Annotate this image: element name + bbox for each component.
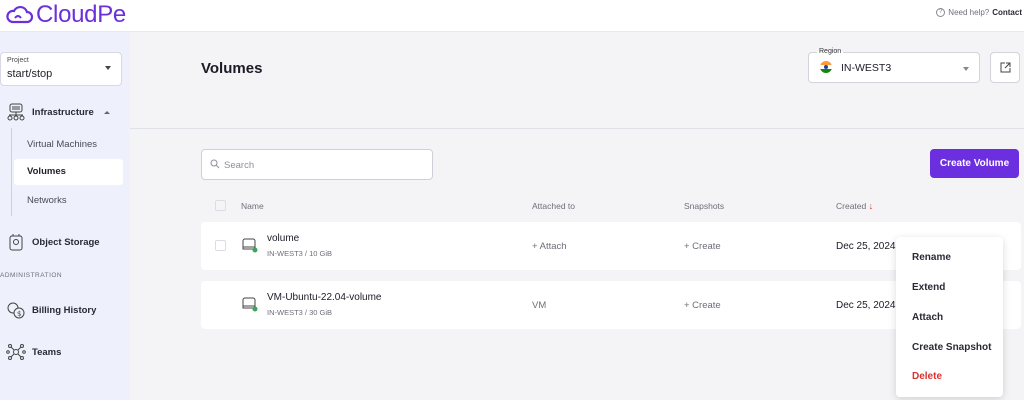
volume-icon — [242, 297, 258, 312]
volume-name[interactable]: VM-Ubuntu-22.04-volume — [267, 292, 382, 303]
created-date: Dec 25, 2024 — [836, 241, 896, 252]
menu-item-attach[interactable]: Attach — [912, 312, 943, 323]
sidebar-item-infrastructure[interactable]: Infrastructure — [0, 102, 124, 122]
select-all-checkbox[interactable] — [215, 200, 226, 211]
brand-name: CloudPe — [36, 1, 126, 28]
sidebar-item-label: Object Storage — [32, 236, 100, 248]
billing-icon: $ — [6, 300, 26, 320]
sidebar-item-networks[interactable]: Networks — [14, 188, 123, 214]
contact-link[interactable]: Contact — [992, 8, 1022, 17]
menu-item-extend[interactable]: Extend — [912, 282, 945, 293]
volume-name[interactable]: volume — [267, 233, 299, 244]
caret-down-icon — [963, 67, 969, 71]
section-label-administration: ADMINISTRATION — [0, 272, 63, 279]
object-storage-icon — [6, 232, 26, 252]
attach-link[interactable]: + Attach — [532, 241, 567, 252]
attached-vm-link[interactable]: VM — [532, 300, 546, 311]
sort-arrow-down-icon: ↓ — [868, 201, 874, 211]
row-actions-menu: Rename Extend Attach Create Snapshot Del… — [896, 237, 1003, 397]
help-link[interactable]: ? Need help? Contact — [936, 8, 1022, 17]
search-box[interactable] — [201, 149, 433, 180]
external-link-button[interactable] — [990, 52, 1020, 83]
help-text: Need help? — [948, 8, 990, 17]
project-select[interactable]: Project start/stop — [0, 52, 122, 86]
svg-text:$: $ — [17, 310, 21, 318]
chevron-up-icon — [103, 110, 110, 114]
top-bar: CloudPe ? Need help? Contact — [0, 0, 1024, 32]
menu-item-delete[interactable]: Delete — [912, 371, 942, 382]
sidebar: Project start/stop Infrastructure Virtua… — [0, 32, 130, 400]
question-icon: ? — [936, 8, 946, 17]
sidebar-item-label: Teams — [32, 346, 62, 358]
created-date: Dec 25, 2024 — [836, 300, 896, 311]
sidebar-item-billing-history[interactable]: $ Billing History — [0, 300, 124, 320]
submenu-divider — [11, 128, 12, 216]
search-icon — [210, 159, 220, 169]
india-flag-icon — [820, 61, 832, 73]
region-label: Region — [817, 48, 844, 55]
project-label: Project — [7, 57, 29, 64]
volume-details: IN-WEST3 / 10 GiB — [267, 249, 333, 258]
cloudpe-logo[interactable]: CloudPe — [4, 1, 126, 29]
region-select[interactable]: Region IN-WEST3 — [808, 48, 980, 83]
page-title: Volumes — [201, 60, 263, 77]
infrastructure-icon — [6, 102, 26, 122]
sidebar-item-teams[interactable]: Teams — [0, 342, 124, 362]
volume-details: IN-WEST3 / 30 GiB — [267, 308, 333, 317]
page-header: Volumes Region IN-WEST3 — [130, 32, 1024, 129]
column-header-created[interactable]: Created ↓ — [836, 201, 873, 211]
create-snapshot-link[interactable]: + Create — [684, 300, 721, 311]
region-value: IN-WEST3 — [841, 62, 892, 74]
main-content: Volumes Region IN-WEST3 Create Volume Na… — [130, 32, 1024, 400]
column-header-name[interactable]: Name — [241, 201, 264, 211]
column-header-snapshots[interactable]: Snapshots — [684, 201, 724, 211]
sidebar-item-label: Infrastructure — [32, 106, 94, 118]
sidebar-item-virtual-machines[interactable]: Virtual Machines — [14, 132, 123, 158]
column-header-label: Created — [836, 201, 867, 211]
create-volume-button[interactable]: Create Volume — [930, 149, 1019, 178]
create-snapshot-link[interactable]: + Create — [684, 241, 721, 252]
caret-down-icon — [105, 66, 111, 70]
external-link-icon — [1000, 62, 1010, 73]
cloud-logo-icon — [6, 5, 34, 24]
search-input[interactable] — [224, 157, 424, 173]
column-header-attached[interactable]: Attached to — [532, 201, 575, 211]
teams-icon — [6, 342, 26, 362]
sidebar-item-object-storage[interactable]: Object Storage — [0, 232, 124, 252]
sidebar-item-volumes[interactable]: Volumes — [14, 159, 123, 185]
sidebar-item-label: Billing History — [32, 304, 97, 316]
project-value: start/stop — [7, 68, 53, 80]
menu-item-create-snapshot[interactable]: Create Snapshot — [912, 342, 991, 353]
menu-item-rename[interactable]: Rename — [912, 252, 951, 263]
volume-icon — [242, 238, 258, 253]
row-checkbox[interactable] — [215, 240, 226, 251]
